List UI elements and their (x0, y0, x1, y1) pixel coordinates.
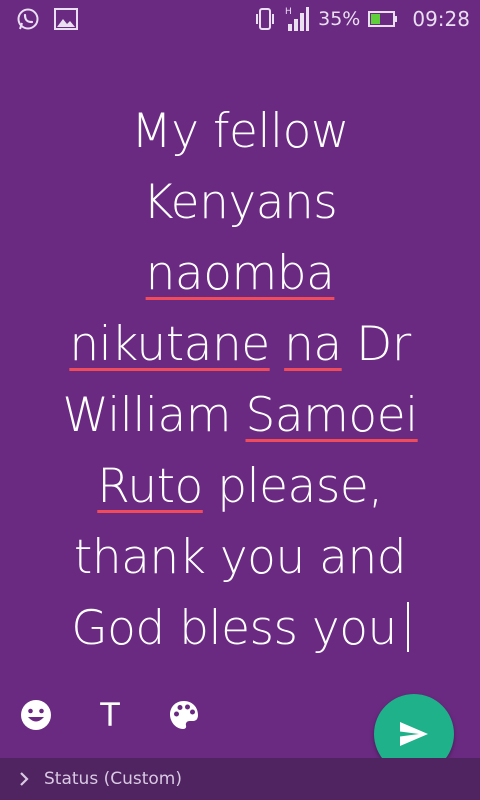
whatsapp-icon (16, 7, 40, 31)
text-line: Ruto please, (20, 451, 460, 522)
status-text-editor[interactable]: My fellow Kenyans naomba nikutane na Dr … (20, 96, 460, 664)
text-segment: Dr (341, 317, 411, 372)
text-line: nikutane na Dr (20, 309, 460, 380)
misspelled-word[interactable]: Samoei (246, 388, 419, 443)
text-line: William Samoei (20, 380, 460, 451)
status-privacy-label: Status (Custom) (44, 769, 182, 789)
font-icon: T (100, 696, 120, 734)
misspelled-word[interactable]: na (284, 317, 342, 372)
text-segment: God bless you (71, 601, 397, 656)
text-line: thank you and (20, 522, 460, 593)
battery-percent: 35% (318, 8, 361, 30)
vibrate-icon (254, 7, 276, 31)
send-icon (398, 720, 430, 748)
chevron-right-icon (18, 771, 30, 787)
palette-icon (168, 699, 200, 731)
status-bar-right: H 35% 09:28 (254, 5, 470, 33)
text-segment: Kenyans (142, 175, 338, 230)
signal-icon: H (284, 5, 310, 33)
text-segment: William (62, 388, 246, 443)
emoji-icon (19, 698, 53, 732)
editor-toolbar: T (18, 694, 202, 736)
text-segment: please, (202, 459, 383, 514)
font-style-button[interactable]: T (92, 696, 128, 734)
misspelled-word[interactable]: naomba (146, 246, 335, 301)
text-line: Kenyans (20, 167, 460, 238)
emoji-button[interactable] (18, 697, 54, 733)
misspelled-word[interactable]: Ruto (97, 459, 203, 514)
misspelled-word[interactable]: nikutane (69, 317, 270, 372)
status-bar-left (16, 7, 78, 31)
text-line: My fellow (20, 96, 460, 167)
color-palette-button[interactable] (166, 697, 202, 733)
clock: 09:28 (412, 7, 470, 31)
text-segment: My fellow (131, 104, 349, 159)
gallery-icon (54, 8, 78, 30)
battery-icon (368, 11, 398, 27)
text-line: naomba (20, 238, 460, 309)
status-bar: H 35% 09:28 (0, 0, 480, 38)
svg-text:H: H (285, 7, 292, 17)
status-privacy-bar[interactable]: Status (Custom) (0, 758, 480, 800)
text-cursor (406, 602, 409, 652)
text-line: God bless you (20, 593, 460, 664)
text-segment: thank you and (73, 530, 407, 585)
